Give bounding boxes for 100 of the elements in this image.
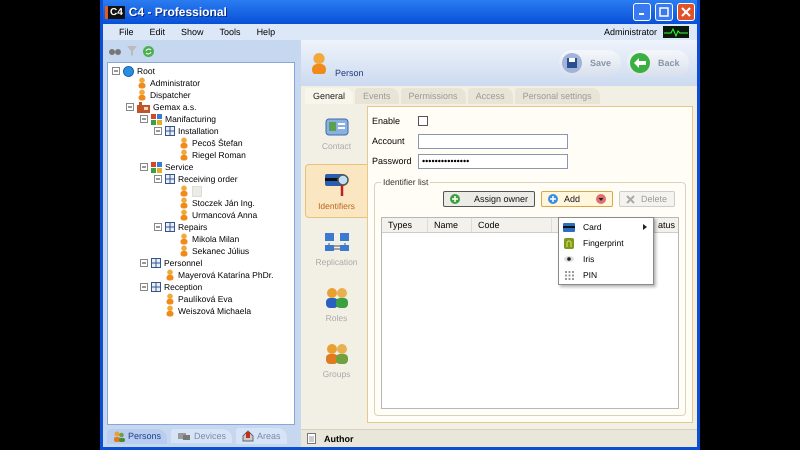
menu-item[interactable]: File xyxy=(111,27,142,37)
devices-icon xyxy=(177,431,192,441)
person-icon xyxy=(179,149,189,161)
house-icon xyxy=(242,430,254,442)
collapse-icon[interactable] xyxy=(154,127,162,135)
assign-owner-button[interactable]: Assign owner xyxy=(442,191,535,207)
tree-item[interactable]: Mayerová Katarína PhDr. xyxy=(178,270,274,280)
person-icon xyxy=(179,197,189,209)
collapse-icon[interactable] xyxy=(126,103,134,111)
tree-item[interactable]: Gemax a.s. xyxy=(153,102,196,112)
field-label: Enable xyxy=(372,116,402,126)
menu-item[interactable]: Fingerprint xyxy=(559,235,653,251)
tree-item[interactable]: Pecoš Štefan xyxy=(192,138,243,148)
person-icon xyxy=(179,209,189,221)
collapse-icon[interactable] xyxy=(140,259,148,267)
network-computers-icon xyxy=(324,231,350,253)
person-icon xyxy=(165,305,175,317)
tab[interactable]: Persons xyxy=(107,428,168,444)
close-button[interactable] xyxy=(677,3,695,21)
status-text: Author xyxy=(324,434,354,444)
tree-item[interactable]: Personnel xyxy=(164,258,202,268)
tree-item[interactable]: Weiszová Michaela xyxy=(178,306,252,316)
tree-item[interactable]: Sekanec Július xyxy=(192,246,250,256)
collapse-icon[interactable] xyxy=(154,223,162,231)
maximize-icon xyxy=(659,7,669,17)
minimize-button[interactable] xyxy=(633,3,651,21)
grid-icon xyxy=(151,282,161,292)
maximize-button[interactable] xyxy=(655,3,673,21)
grid-icon xyxy=(165,126,175,136)
person-icon xyxy=(165,269,175,281)
collapse-icon[interactable] xyxy=(140,283,148,291)
floppy-disk-icon xyxy=(562,53,582,73)
document-icon xyxy=(307,433,316,444)
eye-icon xyxy=(564,256,574,262)
tree-item[interactable]: Repairs xyxy=(178,222,208,232)
tree-item[interactable]: Stoczek Ján Ing. xyxy=(192,198,255,208)
collapse-icon[interactable] xyxy=(140,115,148,123)
binoculars-icon xyxy=(109,47,121,55)
grid-icon xyxy=(165,174,175,184)
grid-icon xyxy=(151,258,161,268)
fingerprint-icon xyxy=(564,238,574,248)
pulse-icon xyxy=(663,26,689,38)
collapse-icon[interactable] xyxy=(112,67,120,75)
collapse-icon[interactable] xyxy=(140,163,148,171)
person-icon xyxy=(309,52,329,74)
tree-item[interactable]: Dispatcher xyxy=(150,90,191,100)
person-icon xyxy=(179,245,189,257)
menu-item[interactable]: PIN xyxy=(559,267,653,283)
plus-circle-icon xyxy=(548,194,558,204)
menu-item[interactable]: Show xyxy=(173,27,212,37)
person-icon xyxy=(179,233,189,245)
close-icon xyxy=(681,7,691,17)
tree-item[interactable]: Service xyxy=(165,162,194,172)
add-button[interactable]: Add xyxy=(540,191,613,207)
colored-squares-icon xyxy=(151,162,162,172)
people-icon xyxy=(113,430,125,442)
people-icon xyxy=(324,287,350,309)
account-field[interactable] xyxy=(418,134,568,148)
building-icon xyxy=(137,102,150,112)
tree-item[interactable]: Receiving order xyxy=(178,174,238,184)
tab[interactable]: General xyxy=(305,88,354,104)
tree-item[interactable]: Manifacturing xyxy=(165,114,216,124)
filter-icon xyxy=(127,46,137,56)
field-label: Password xyxy=(372,156,413,166)
grid-icon xyxy=(165,222,175,232)
tree-item[interactable]: Mikola Milan xyxy=(192,234,240,244)
column-header[interactable]: Name xyxy=(428,218,472,232)
field-label: Account xyxy=(372,136,406,146)
tree-item[interactable]: Root xyxy=(137,66,155,76)
menu-item[interactable]: Card xyxy=(559,219,653,235)
people-icon xyxy=(324,343,350,365)
group-title: Identifier list xyxy=(382,177,430,187)
menu-item[interactable]: Tools xyxy=(212,27,249,37)
tree-item[interactable]: Paulíková Eva xyxy=(178,294,232,304)
person-icon xyxy=(137,77,147,89)
tree-item[interactable]: Reception xyxy=(164,282,202,292)
refresh-icon xyxy=(143,46,154,56)
page-title: Person xyxy=(335,68,365,78)
id-card-icon xyxy=(324,117,348,137)
tree-item[interactable]: Urmancová Anna xyxy=(192,210,258,220)
person-icon xyxy=(179,185,189,197)
column-header[interactable]: Code xyxy=(472,218,552,232)
tree-item[interactable]: Riegel Roman xyxy=(192,150,246,160)
collapse-icon[interactable] xyxy=(154,175,162,183)
plus-circle-icon xyxy=(450,194,460,204)
menu-item[interactable]: Iris xyxy=(559,251,653,267)
menu-item[interactable]: Help xyxy=(248,27,284,37)
x-icon xyxy=(626,194,635,204)
column-header[interactable]: Types xyxy=(382,218,428,232)
person-icon xyxy=(137,89,147,101)
menu-item[interactable]: Edit xyxy=(142,27,174,37)
password-field[interactable]: ••••••••••••••• xyxy=(418,154,568,168)
window-title: C4 - Professional xyxy=(128,5,228,19)
enable-checkbox[interactable] xyxy=(418,116,428,126)
tree-item[interactable]: Administrator xyxy=(150,78,200,88)
rename-field[interactable] xyxy=(192,186,202,196)
tree-item[interactable]: Installation xyxy=(178,126,219,136)
caret-icon[interactable] xyxy=(596,194,606,204)
person-icon xyxy=(165,293,175,305)
keypad-icon xyxy=(564,270,574,280)
